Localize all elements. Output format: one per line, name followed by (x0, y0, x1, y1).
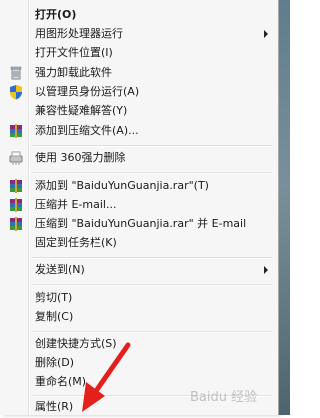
red-annotation-arrow (82, 342, 131, 412)
arrow-shaft (93, 342, 131, 394)
